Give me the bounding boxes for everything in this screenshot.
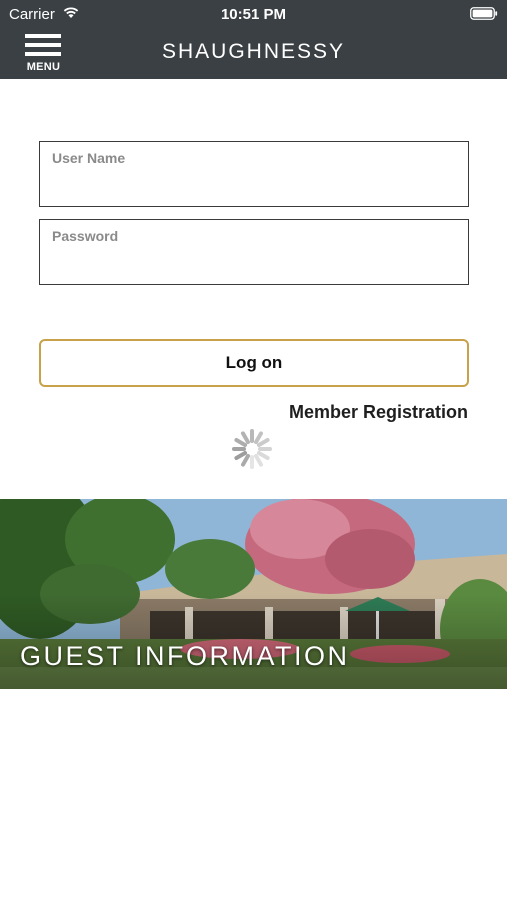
- guest-information-banner[interactable]: GUEST INFORMATION: [0, 499, 507, 689]
- battery-icon: [470, 7, 498, 20]
- status-time: 10:51 PM: [220, 6, 287, 23]
- username-field-box: [39, 141, 469, 207]
- loading-spinner-icon: [232, 429, 272, 469]
- status-bar: Carrier 10:51 PM: [0, 0, 507, 28]
- logon-button[interactable]: Log on: [39, 339, 469, 387]
- password-field-box: [39, 219, 469, 285]
- member-registration-link[interactable]: Member Registration: [289, 402, 468, 423]
- app-title: SHAUGHNESSY: [161, 40, 346, 63]
- app-header: MENU SHAUGHNESSY: [0, 28, 507, 79]
- password-input[interactable]: [40, 220, 468, 284]
- guest-information-label: GUEST INFORMATION: [20, 641, 350, 671]
- username-input[interactable]: [40, 142, 468, 206]
